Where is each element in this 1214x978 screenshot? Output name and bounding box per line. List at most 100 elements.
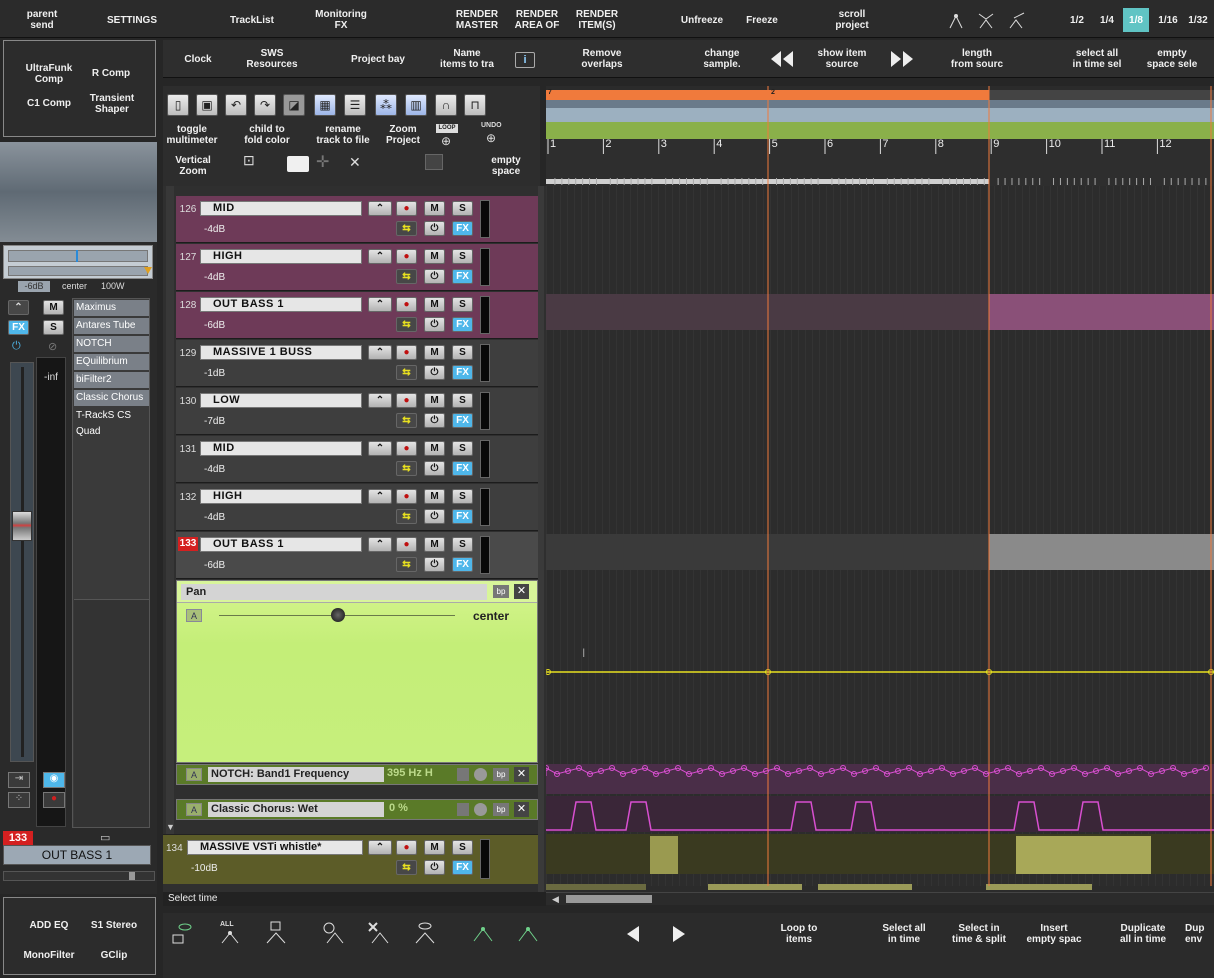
fx-empty-area[interactable]	[74, 599, 149, 827]
envelope-toggle-icon[interactable]: ⌃	[368, 297, 392, 312]
envelope-toggle-icon[interactable]: ⌃	[8, 300, 29, 315]
input-monitor-icon[interactable]: ⇆	[396, 509, 417, 524]
scroll-thumb[interactable]	[566, 895, 652, 903]
record-arm-button[interactable]: ●	[396, 441, 417, 456]
track-name[interactable]: MASSIVE VSTi whistle*	[187, 840, 363, 855]
new-project-icon[interactable]: ▯	[167, 94, 189, 116]
fx-slot[interactable]: biFilter2	[74, 372, 149, 388]
fx-button[interactable]: FX	[452, 557, 473, 572]
solo-button[interactable]: S	[452, 393, 473, 408]
envelope-name[interactable]: NOTCH: Band1 Frequency	[208, 767, 384, 782]
fx-slot[interactable]: EQuilibrium	[74, 354, 149, 370]
delete-envelope-icon[interactable]	[366, 921, 390, 945]
envelope-mod-icon[interactable]	[457, 768, 469, 781]
envelope-green2-icon[interactable]	[516, 921, 540, 945]
track-name[interactable]: HIGH	[200, 489, 362, 504]
track-volume[interactable]: -4dB	[204, 512, 225, 523]
track-volume[interactable]: -6dB	[204, 320, 225, 331]
envelope-toggle-icon[interactable]: ⌃	[368, 393, 392, 408]
scroll-left-icon[interactable]: ◀	[552, 894, 559, 905]
select-all-time-sel-button[interactable]: select all in time sel	[1063, 47, 1131, 71]
solo-button[interactable]: S	[452, 840, 473, 855]
input-monitor-icon[interactable]: ⇆	[396, 365, 417, 380]
mcp-mute-button[interactable]: M	[43, 300, 64, 315]
input-monitor-icon[interactable]: ⇆	[396, 221, 417, 236]
insert-empty-space-button[interactable]: Insert empty spac	[1020, 923, 1088, 945]
select-split-button[interactable]: Select in time & split	[945, 923, 1013, 945]
envelope-mod-icon[interactable]	[457, 803, 469, 816]
mcp-scrollbar[interactable]	[3, 871, 155, 881]
envelope-green-icon[interactable]	[471, 921, 495, 945]
envelope-close-icon[interactable]: ✕	[514, 802, 529, 817]
open-folder-icon[interactable]	[287, 156, 309, 172]
previous-icon[interactable]	[625, 925, 641, 943]
fx-button[interactable]: FX	[452, 317, 473, 332]
envelope-param-icon[interactable]	[474, 803, 487, 816]
gclip-button[interactable]: GClip	[84, 950, 144, 961]
pan-readout[interactable]: center	[62, 281, 87, 291]
track-name[interactable]: OUT BASS 1	[200, 537, 362, 552]
loop-to-items-button[interactable]: Loop to items	[766, 923, 832, 945]
media-item[interactable]	[1016, 836, 1151, 874]
pan-slider-knob[interactable]	[331, 608, 345, 622]
track-volume[interactable]: -10dB	[191, 863, 218, 874]
solo-button[interactable]: S	[452, 201, 473, 216]
solo-button[interactable]: S	[452, 297, 473, 312]
track-134[interactable]: 134 MASSIVE VSTi whistle* -10dB ⌃ ● M S …	[163, 834, 538, 884]
track-name[interactable]: MASSIVE 1 BUSS	[200, 345, 362, 360]
render-master-button[interactable]: RENDER MASTER	[447, 8, 507, 32]
render-items-button[interactable]: RENDER ITEM(S)	[567, 8, 627, 32]
fx-button[interactable]: FX	[452, 221, 473, 236]
tcp-scrollbar[interactable]	[166, 186, 174, 834]
envelope-toggle-icon[interactable]: ⌃	[368, 441, 392, 456]
info-icon[interactable]: i	[515, 52, 535, 68]
track-128[interactable]: 128 OUT BASS 1 -6dB ⌃ ● M S ⇆ ⏻ FX	[176, 292, 538, 339]
next-icon[interactable]	[671, 925, 687, 943]
solo-button[interactable]: S	[452, 537, 473, 552]
record-arm-button[interactable]: ●	[396, 297, 417, 312]
phase-icon[interactable]: ⏻	[12, 340, 21, 353]
track-name[interactable]: OUT BASS 1	[200, 297, 362, 312]
monitoring-fx-button[interactable]: Monitoring FX	[305, 8, 377, 32]
screenset-icon[interactable]	[425, 154, 443, 170]
duplicate-env-button[interactable]: Dup env	[1185, 923, 1214, 945]
project-bay-button[interactable]: Project bay	[338, 47, 418, 71]
input-monitor-icon[interactable]: ⇆	[396, 557, 417, 572]
parent-send-button[interactable]: parent send	[12, 8, 72, 32]
phase-icon[interactable]: ⏻	[424, 221, 445, 236]
track-126[interactable]: 126 MID -4dB ⌃ ● M S ⇆ ⏻ FX	[176, 196, 538, 243]
snap-grid-icon[interactable]: ▥	[405, 94, 427, 116]
envelope-bypass-button[interactable]: bp	[493, 585, 509, 598]
text-envelope-icon[interactable]	[265, 921, 287, 945]
length-from-source-button[interactable]: length from sourc	[943, 47, 1011, 71]
lock-icon[interactable]: ⊓	[464, 94, 486, 116]
fx-slot[interactable]: NOTCH	[74, 336, 149, 352]
envelope-point-icon[interactable]	[946, 10, 966, 32]
horizontal-scrollbar[interactable]: ◀	[546, 892, 1214, 905]
envelope-value[interactable]: 395 Hz H	[387, 767, 433, 779]
track-volume[interactable]: -4dB	[204, 464, 225, 475]
vertical-zoom-button[interactable]: Vertical Zoom	[163, 154, 223, 178]
envelope-toggle-icon[interactable]: ⌃	[368, 249, 392, 264]
phase-icon[interactable]: ⏻	[424, 860, 445, 875]
zoom-envelope-icon[interactable]	[321, 921, 345, 945]
track-volume[interactable]: -7dB	[204, 416, 225, 427]
record-arm-button[interactable]: ●	[396, 489, 417, 504]
record-arm-button[interactable]: ●	[396, 345, 417, 360]
monitor-icon[interactable]: ◉	[43, 772, 65, 788]
arrange-view[interactable]: 7 2 1 2 3 4 5 6 7 8 9 10 11 12 I	[546, 86, 1214, 892]
track-130[interactable]: 130 LOW -7dB ⌃ ● M S ⇆ ⏻ FX	[176, 388, 538, 435]
input-monitor-icon[interactable]: ⇆	[396, 461, 417, 476]
ripple-edit-icon[interactable]: ⁂	[375, 94, 397, 116]
phase-icon[interactable]: ⏻	[424, 509, 445, 524]
envelope-close-icon[interactable]: ✕	[514, 767, 529, 782]
grid-view-icon[interactable]: ▦	[314, 94, 336, 116]
clock-button[interactable]: Clock	[168, 47, 228, 71]
hide-envelope-icon[interactable]	[413, 921, 437, 945]
grid-1-4-button[interactable]: 1/4	[1093, 8, 1121, 32]
envelope-visibility-icon[interactable]	[171, 921, 195, 945]
transient-shaper-button[interactable]: Transient Shaper	[84, 93, 140, 115]
record-arm-button[interactable]: ●	[396, 537, 417, 552]
tcp-divider[interactable]	[538, 186, 544, 892]
fx-slot[interactable]: Classic Chorus	[74, 390, 149, 406]
